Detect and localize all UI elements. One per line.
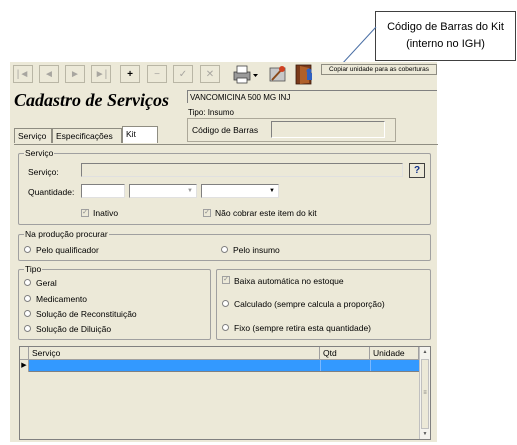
pelo-qualificador-label: Pelo qualificador — [36, 245, 99, 255]
tipo-medicamento-radio[interactable] — [24, 295, 31, 302]
tipo-geral-label: Geral — [36, 278, 57, 288]
print-button[interactable] — [230, 63, 260, 85]
product-name-field: VANCOMICINA 500 MG INJ — [187, 90, 437, 103]
inativo-label: Inativo — [93, 208, 119, 218]
grid-corner — [20, 347, 29, 360]
scroll-up-icon[interactable]: ▲ — [421, 348, 429, 357]
tools-button[interactable] — [267, 63, 289, 85]
fixo-radio[interactable] — [222, 324, 229, 331]
help-button[interactable]: ? — [409, 163, 425, 178]
tab-especificacoes[interactable]: Especificações — [52, 128, 122, 143]
next-icon: ► — [70, 68, 80, 80]
baixa-automatica-checkbox[interactable]: ✓ — [222, 276, 230, 284]
scroll-thumb[interactable]: ≡ — [421, 359, 429, 429]
question-icon: ? — [413, 165, 421, 176]
calculado-label: Calculado (sempre calcula a proporção) — [234, 299, 385, 309]
pelo-insumo-radio[interactable] — [221, 246, 228, 253]
last-icon: ►| — [94, 68, 108, 80]
row-divider — [370, 360, 371, 371]
grid-header-qtd[interactable]: Qtd — [320, 347, 370, 360]
producao-group-legend: Na produção procurar — [24, 229, 109, 239]
tipo-reconstituicao-label: Solução de Reconstituição — [36, 309, 137, 319]
post-record-button[interactable]: ✓ — [173, 65, 193, 83]
pelo-insumo-label: Pelo insumo — [233, 245, 280, 255]
cancel-icon: ✕ — [205, 68, 215, 80]
row-indicator: ▶ — [20, 360, 29, 372]
inativo-checkbox[interactable]: ✓ — [81, 209, 89, 217]
tab-servico[interactable]: Serviço — [14, 128, 52, 143]
exit-door-icon — [295, 64, 312, 85]
first-icon: |◄ — [16, 68, 30, 80]
grid-header-servico[interactable]: Serviço — [29, 347, 320, 360]
product-type-label: Tipo: Insumo — [188, 108, 234, 117]
check-icon: ✓ — [178, 68, 188, 80]
tab-divider — [14, 144, 438, 145]
add-record-button[interactable]: + — [120, 65, 140, 83]
nao-cobrar-label: Não cobrar este item do kit — [215, 208, 317, 218]
delete-record-button[interactable]: − — [147, 65, 167, 83]
tipo-diluicao-label: Solução de Diluição — [36, 324, 112, 334]
scroll-down-icon[interactable]: ▼ — [421, 430, 429, 439]
baixa-automatica-label: Baixa automática no estoque — [234, 276, 344, 286]
chevron-down-icon: ▼ — [269, 188, 275, 194]
unit-type-select[interactable]: ▼ — [201, 184, 279, 198]
plus-icon: + — [127, 68, 133, 80]
cancel-record-button[interactable]: ✕ — [200, 65, 220, 83]
prev-icon: ◄ — [44, 68, 54, 80]
barcode-label: Código de Barras — [192, 125, 259, 135]
next-record-button[interactable]: ► — [65, 65, 85, 83]
tipo-group-legend: Tipo — [24, 264, 43, 274]
tipo-geral-radio[interactable] — [24, 279, 31, 286]
prev-record-button[interactable]: ◄ — [39, 65, 59, 83]
grid-header-unidade[interactable]: Unidade — [370, 347, 419, 360]
servico-input[interactable] — [81, 163, 403, 177]
servico-group-legend: Serviço — [24, 148, 55, 158]
chevron-down-icon: ▼ — [187, 188, 193, 194]
tipo-reconstituicao-radio[interactable] — [24, 310, 31, 317]
vertical-scrollbar[interactable]: ▲ ≡ ▼ — [419, 347, 430, 439]
exit-button[interactable] — [292, 62, 318, 86]
printer-icon — [233, 65, 258, 84]
tab-kit[interactable]: Kit — [122, 126, 158, 143]
pelo-qualificador-radio[interactable] — [24, 246, 31, 253]
nao-cobrar-checkbox[interactable]: ✓ — [203, 209, 211, 217]
minus-icon: − — [154, 68, 160, 80]
servico-label: Serviço: — [28, 167, 59, 177]
unidade-select[interactable]: ▼ — [129, 184, 197, 198]
quantidade-input[interactable] — [81, 184, 125, 198]
copy-unit-button[interactable]: Copiar unidade para as coberturas — [321, 64, 437, 75]
page-title: Cadastro de Serviços — [14, 90, 169, 110]
tools-icon — [269, 66, 286, 82]
tipo-medicamento-label: Medicamento — [36, 294, 88, 304]
table-row[interactable] — [29, 360, 419, 372]
first-record-button[interactable]: |◄ — [13, 65, 33, 83]
row-divider — [320, 360, 321, 371]
last-record-button[interactable]: ►| — [91, 65, 111, 83]
fixo-label: Fixo (sempre retira esta quantidade) — [234, 323, 372, 333]
calculado-radio[interactable] — [222, 300, 229, 307]
quantidade-label: Quantidade: — [28, 187, 75, 197]
barcode-input[interactable] — [271, 121, 385, 138]
tipo-diluicao-radio[interactable] — [24, 325, 31, 332]
kit-items-grid[interactable]: Serviço Qtd Unidade ▶ ▲ ≡ ▼ — [19, 346, 431, 440]
